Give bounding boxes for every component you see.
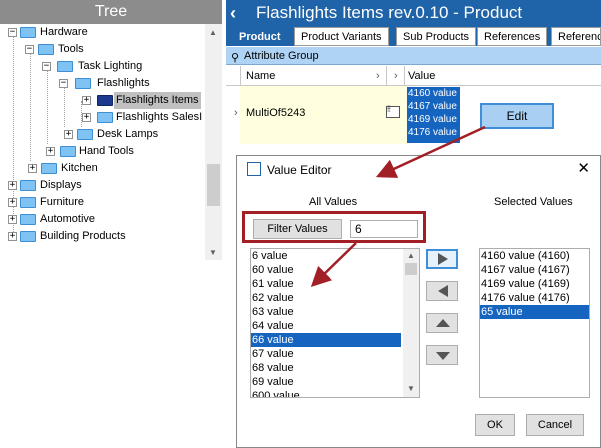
- annotation-arrows: [310, 125, 486, 287]
- annotation-arrow: [375, 125, 486, 178]
- annotation-arrow: [310, 242, 357, 287]
